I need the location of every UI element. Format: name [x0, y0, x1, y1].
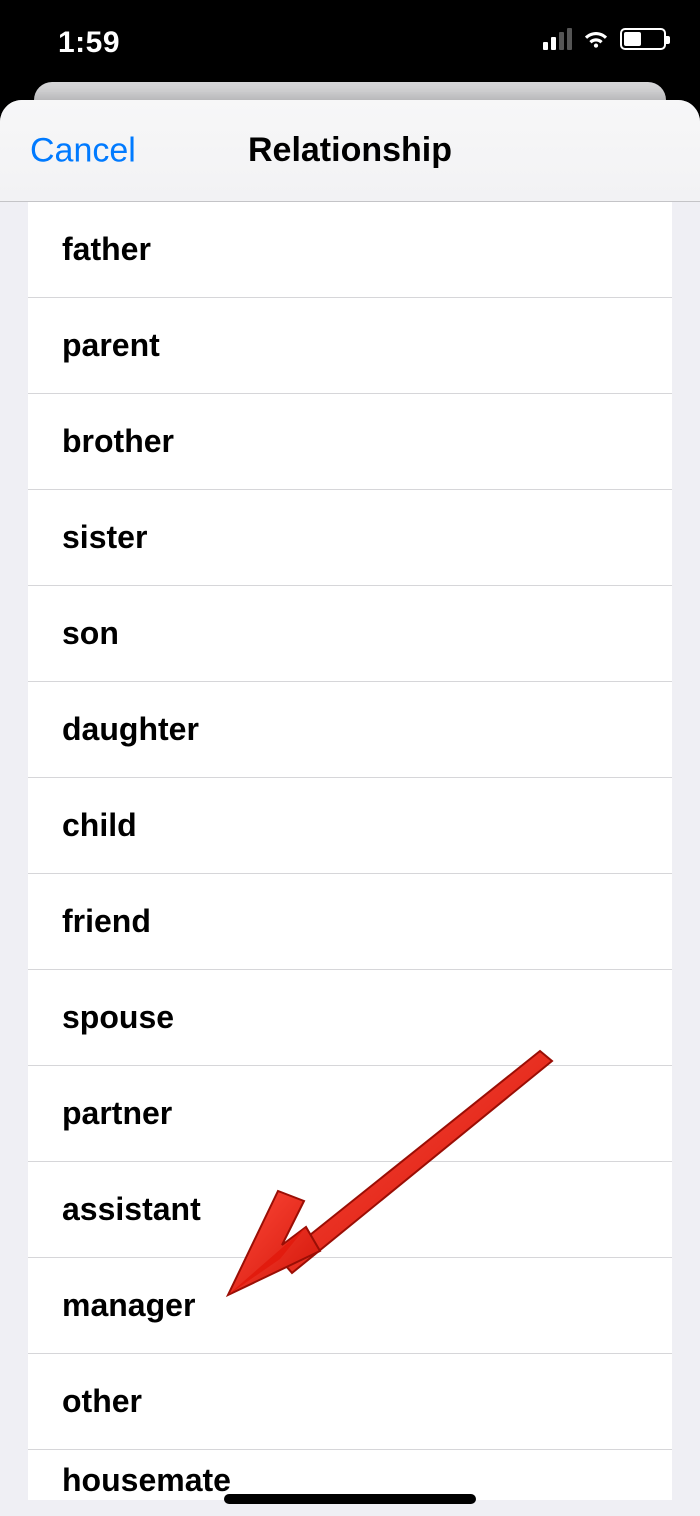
nav-bar: Cancel Relationship — [0, 100, 700, 202]
relationship-row-other[interactable]: other — [28, 1354, 672, 1450]
battery-icon — [620, 28, 666, 50]
relationship-row-assistant[interactable]: assistant — [28, 1162, 672, 1258]
list-container[interactable]: father parent brother sister son daughte… — [0, 202, 700, 1516]
relationship-row-sister[interactable]: sister — [28, 490, 672, 586]
relationship-row-partner[interactable]: partner — [28, 1066, 672, 1162]
relationship-list: father parent brother sister son daughte… — [28, 202, 672, 1500]
status-indicators — [543, 28, 666, 50]
cellular-signal-icon — [543, 28, 572, 50]
relationship-row-son[interactable]: son — [28, 586, 672, 682]
nav-title: Relationship — [248, 131, 452, 170]
cancel-button[interactable]: Cancel — [30, 131, 136, 170]
relationship-row-spouse[interactable]: spouse — [28, 970, 672, 1066]
relationship-row-daughter[interactable]: daughter — [28, 682, 672, 778]
relationship-row-friend[interactable]: friend — [28, 874, 672, 970]
relationship-row-child[interactable]: child — [28, 778, 672, 874]
relationship-row-father[interactable]: father — [28, 202, 672, 298]
relationship-row-parent[interactable]: parent — [28, 298, 672, 394]
relationship-picker-sheet: Cancel Relationship father parent brothe… — [0, 100, 700, 1516]
relationship-row-manager[interactable]: manager — [28, 1258, 672, 1354]
wifi-icon — [582, 28, 610, 50]
status-bar: 1:59 — [0, 0, 700, 82]
relationship-row-housemate[interactable]: housemate — [28, 1450, 672, 1500]
home-indicator[interactable] — [224, 1494, 476, 1504]
status-time: 1:59 — [58, 26, 120, 60]
relationship-row-brother[interactable]: brother — [28, 394, 672, 490]
